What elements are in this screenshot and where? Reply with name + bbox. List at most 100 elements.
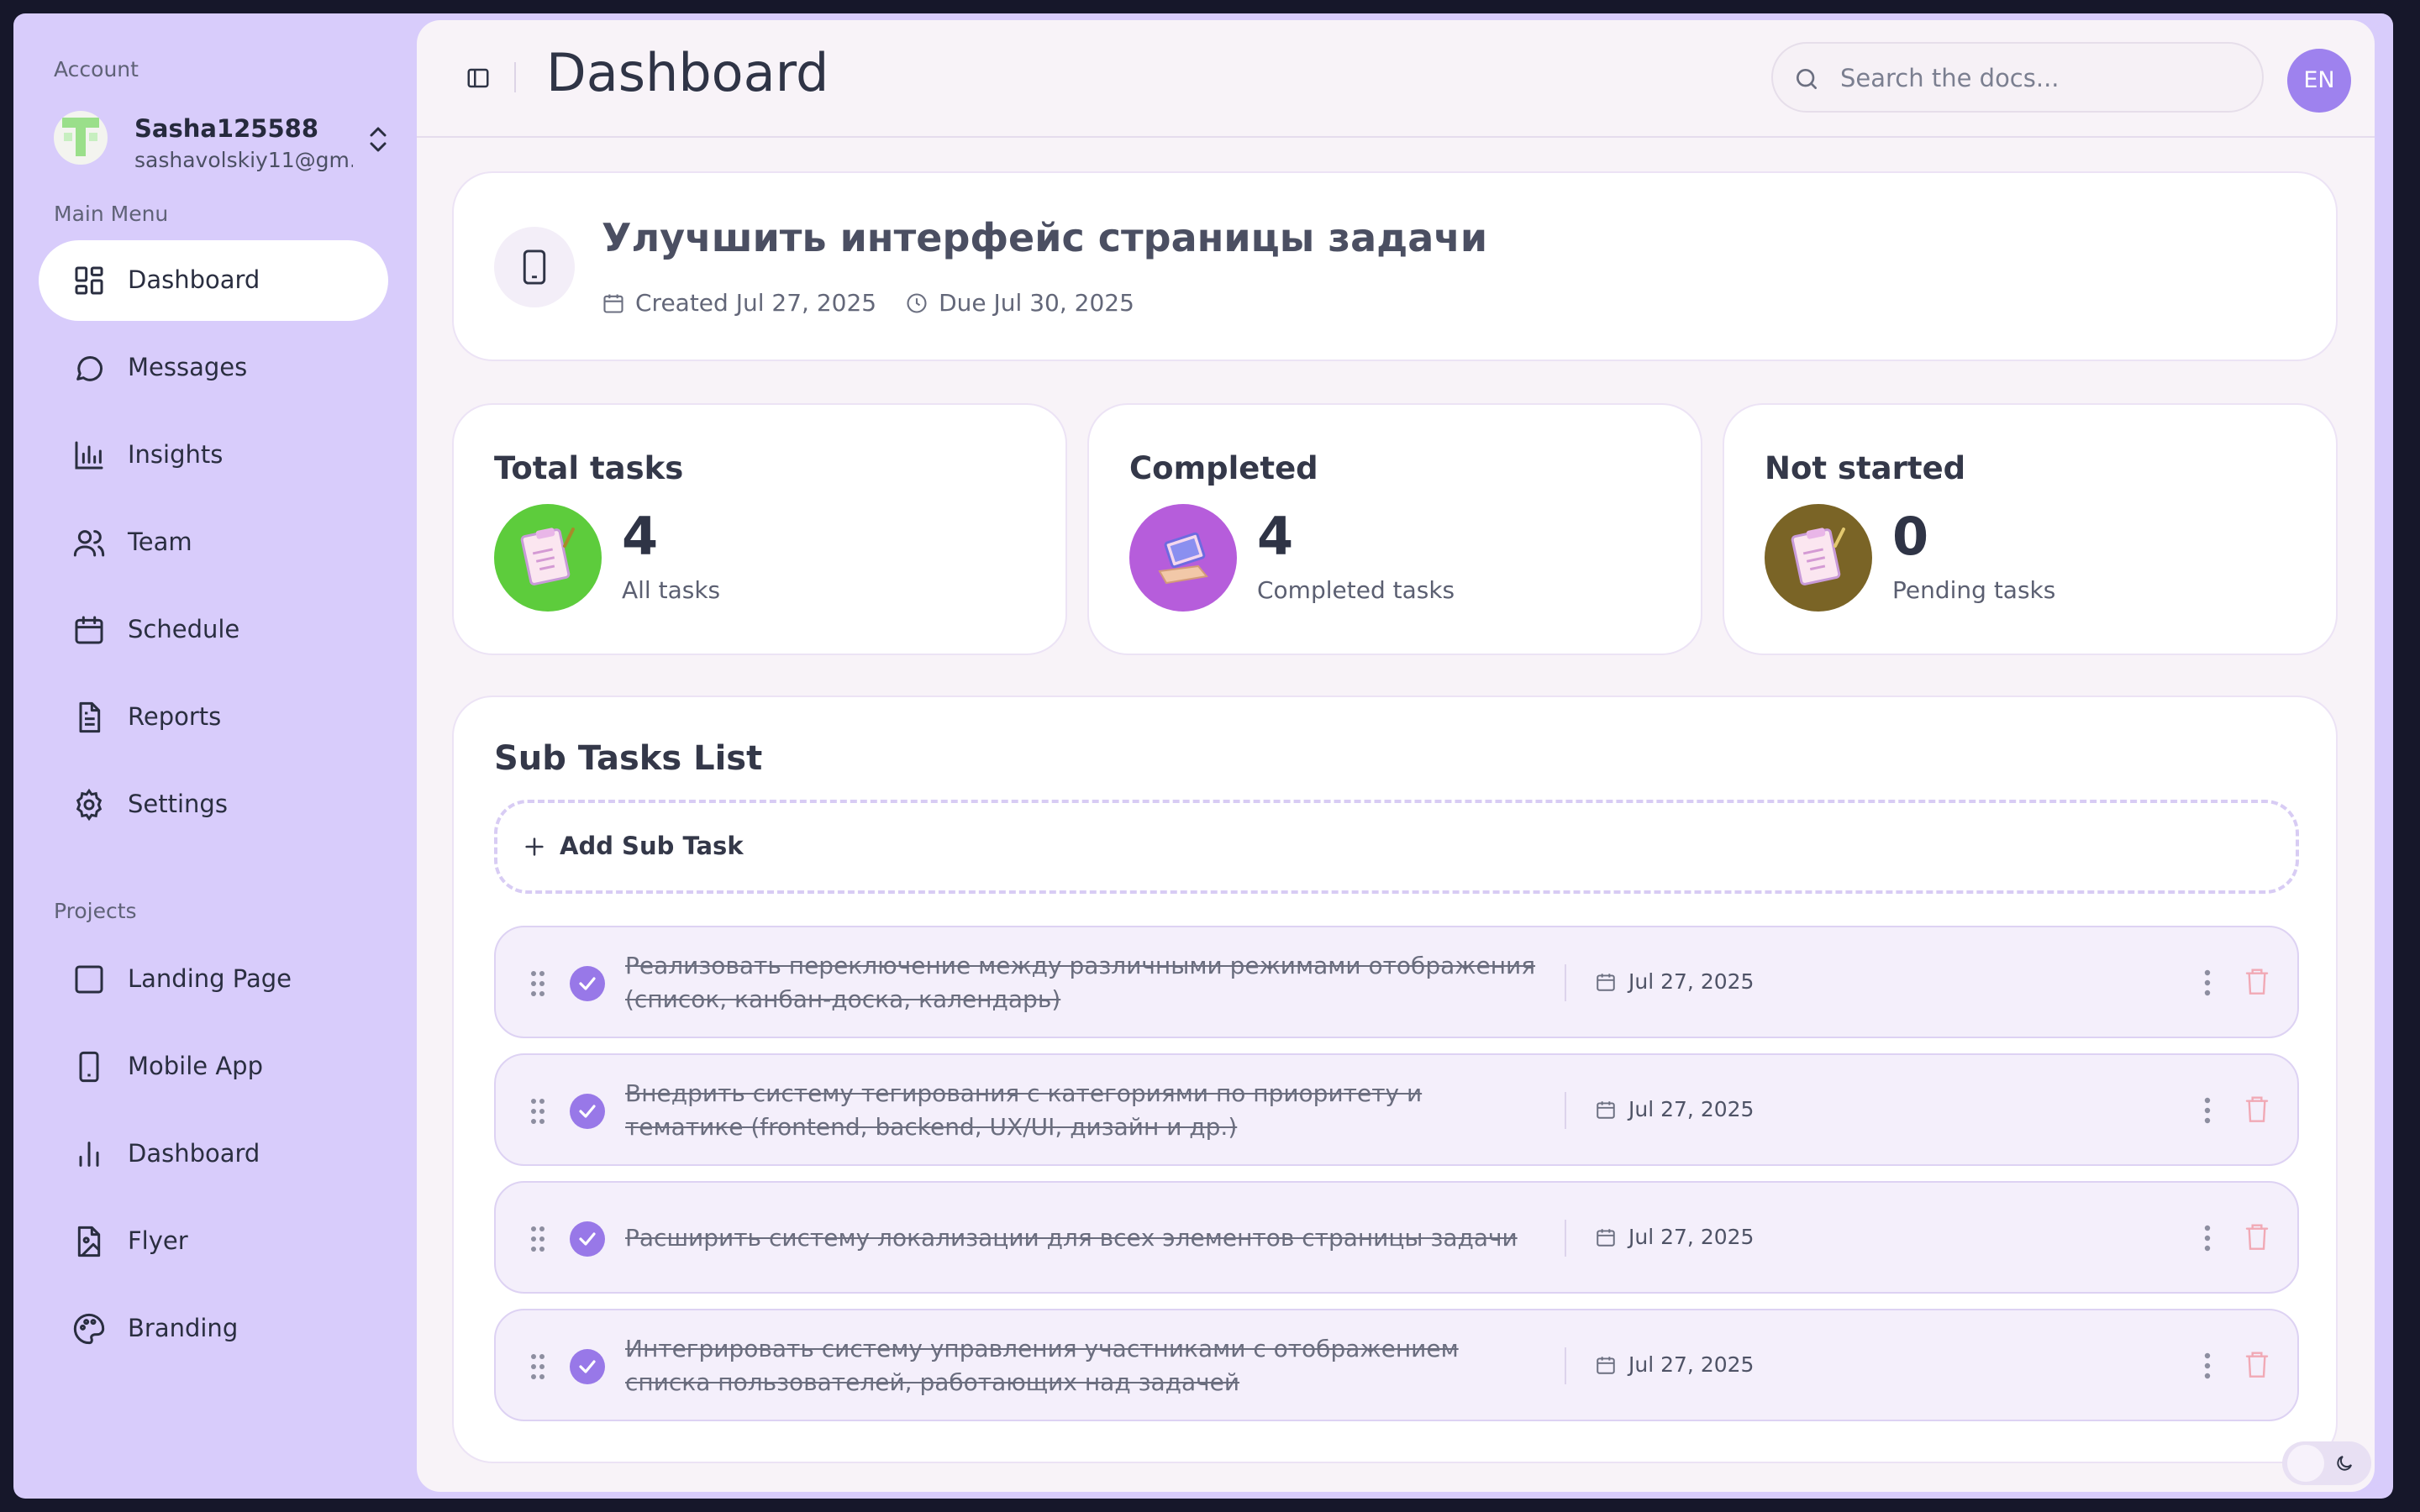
clock-icon: [907, 292, 927, 313]
subtasks-card: Sub Tasks List Add Sub Task Реализовать …: [452, 696, 2338, 1463]
gear-icon: [76, 788, 103, 822]
calendar-icon: [603, 294, 623, 313]
chart-icon: [75, 441, 103, 470]
project-item-landing-page[interactable]: Landing Page: [39, 939, 388, 1020]
more-vertical-icon[interactable]: [2202, 1351, 2213, 1381]
drag-handle-icon[interactable]: [529, 969, 546, 998]
drag-handle-icon[interactable]: [529, 1352, 546, 1381]
more-vertical-icon[interactable]: [2202, 1223, 2213, 1253]
stat-value: 0: [1892, 506, 1929, 567]
trash-icon[interactable]: [2244, 966, 2270, 996]
row-divider: [1565, 1092, 1566, 1129]
sidebar-item-label: Schedule: [128, 615, 240, 643]
phone-icon: [523, 249, 546, 285]
calendar-icon: [1597, 1228, 1615, 1247]
sidebar-item-label: Messages: [128, 353, 248, 381]
sidebar-item-messages[interactable]: Messages: [39, 328, 388, 408]
subtask-date: Jul 27, 2025: [1595, 1352, 1754, 1377]
task-due: Due Jul 30, 2025: [939, 289, 1134, 317]
more-vertical-icon[interactable]: [2202, 1095, 2213, 1126]
moon-icon: [2337, 1456, 2352, 1471]
sidebar-item-label: Settings: [128, 790, 228, 818]
project-item-label: Branding: [128, 1314, 239, 1342]
calendar-icon: [1597, 973, 1615, 991]
toolbar-divider: [514, 62, 516, 92]
subtask-text: Внедрить систему тегирования с категория…: [625, 1079, 1423, 1141]
phone-icon: [79, 1051, 99, 1083]
subtask-text: Реализовать переключение между различным…: [625, 952, 1536, 1013]
subtask-row[interactable]: Интегрировать систему управления участни…: [494, 1309, 2299, 1421]
sidebar-item-insights[interactable]: Insights: [39, 415, 388, 496]
subtask-date: Jul 27, 2025: [1595, 1225, 1754, 1249]
check-icon: [579, 1232, 596, 1246]
drag-handle-icon[interactable]: [529, 1225, 546, 1253]
sidebar-item-team[interactable]: Team: [39, 502, 388, 583]
add-subtask-button[interactable]: Add Sub Task: [494, 800, 2299, 894]
language-button[interactable]: EN: [2287, 49, 2351, 113]
check-icon: [579, 1105, 596, 1118]
project-item-label: Landing Page: [128, 964, 292, 993]
drag-handle-icon[interactable]: [529, 1097, 546, 1126]
subtask-checkbox[interactable]: [570, 1094, 605, 1129]
search-input[interactable]: Search the docs...: [1771, 42, 2264, 113]
check-icon: [579, 1360, 596, 1373]
stat-card-total: Total tasks 4 All tasks: [452, 403, 1067, 655]
document-icon: [79, 701, 101, 733]
task-created: Created Jul 27, 2025: [635, 289, 877, 317]
projects-label: Projects: [54, 899, 137, 923]
subtask-date-text: Jul 27, 2025: [1628, 1225, 1754, 1249]
theme-toggle[interactable]: [2282, 1441, 2371, 1485]
trash-icon[interactable]: [2244, 1349, 2270, 1379]
sidebar-item-dashboard[interactable]: Dashboard: [39, 240, 388, 321]
stat-subtitle: Completed tasks: [1257, 576, 1455, 604]
stat-value: 4: [1257, 506, 1294, 567]
top-bar: Dashboard Search the docs... EN: [417, 20, 2375, 138]
sidebar-item-reports[interactable]: Reports: [39, 677, 388, 758]
avatar: [54, 111, 108, 165]
main-content: Dashboard Search the docs... EN Улучшить…: [417, 20, 2375, 1492]
subtask-date: Jul 27, 2025: [1595, 969, 1754, 994]
task-title: Улучшить интерфейс страницы задачи: [602, 215, 1488, 260]
search-placeholder: Search the docs...: [1840, 64, 2060, 92]
project-item-dashboard[interactable]: Dashboard: [39, 1114, 388, 1194]
laptop-illustration-icon: [1129, 504, 1237, 612]
sidebar-item-label: Reports: [128, 702, 222, 731]
sidebar-item-schedule[interactable]: Schedule: [39, 590, 388, 670]
message-icon: [76, 356, 103, 381]
more-vertical-icon[interactable]: [2202, 968, 2213, 998]
bar-chart-icon: [79, 1142, 99, 1167]
stat-subtitle: All tasks: [622, 576, 721, 604]
trash-icon[interactable]: [2244, 1094, 2270, 1124]
row-divider: [1565, 1347, 1566, 1384]
subtask-row[interactable]: Внедрить систему тегирования с категория…: [494, 1053, 2299, 1166]
subtask-checkbox[interactable]: [570, 966, 605, 1001]
account-label: Account: [54, 57, 139, 81]
add-subtask-label: Add Sub Task: [560, 832, 744, 860]
page-title: Dashboard: [546, 42, 829, 103]
task-card: Улучшить интерфейс страницы задачи Creat…: [452, 171, 2338, 361]
task-icon: [494, 227, 575, 307]
main-menu-label: Main Menu: [54, 202, 169, 226]
subtask-checkbox[interactable]: [570, 1349, 605, 1384]
task-meta: Created Jul 27, 2025 Due Jul 30, 2025: [602, 289, 1134, 317]
sidebar-toggle-icon[interactable]: [466, 66, 491, 91]
sidebar-item-settings[interactable]: Settings: [39, 764, 388, 845]
account-switcher[interactable]: Sasha125588 sashavolskiy11@gm...: [54, 104, 398, 176]
subtask-date-text: Jul 27, 2025: [1628, 1097, 1754, 1121]
row-divider: [1565, 1220, 1566, 1257]
account-email: sashavolskiy11@gm...: [134, 148, 353, 172]
clipboard-illustration-icon: [1765, 504, 1872, 612]
subtask-checkbox[interactable]: [570, 1221, 605, 1257]
project-item-flyer[interactable]: Flyer: [39, 1201, 388, 1282]
subtask-row[interactable]: Реализовать переключение между различным…: [494, 926, 2299, 1038]
project-item-mobile-app[interactable]: Mobile App: [39, 1026, 388, 1107]
row-divider: [1565, 964, 1566, 1001]
sidebar-item-label: Insights: [128, 440, 224, 469]
stat-card-completed: Completed 4 Completed tasks: [1087, 403, 1702, 655]
trash-icon[interactable]: [2244, 1221, 2270, 1252]
calendar-icon: [1597, 1100, 1615, 1119]
subtasks-title: Sub Tasks List: [494, 739, 763, 778]
project-item-branding[interactable]: Branding: [39, 1289, 388, 1369]
square-icon: [75, 965, 103, 994]
subtask-row[interactable]: Расширить систему локализации для всех э…: [494, 1181, 2299, 1294]
